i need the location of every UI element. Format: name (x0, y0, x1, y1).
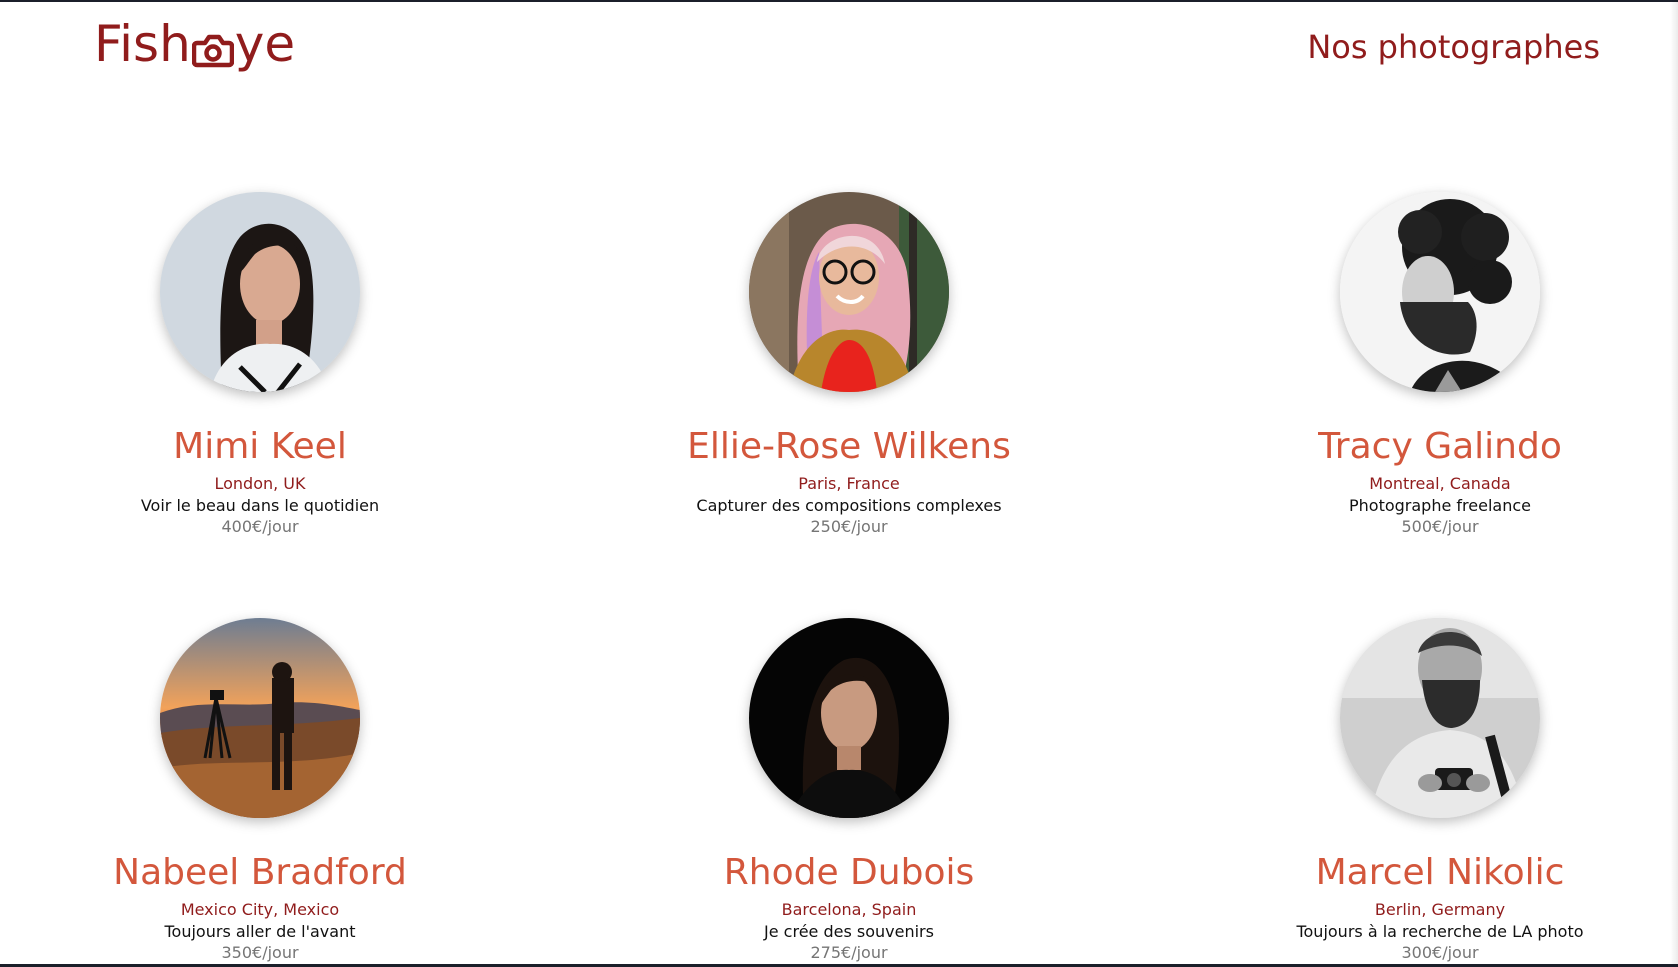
photographer-location: Montreal, Canada (1369, 474, 1511, 493)
photographer-card: Rhode Dubois Barcelona, Spain Je crée de… (589, 618, 1109, 963)
photographer-location: Paris, France (798, 474, 900, 493)
portrait-tracy-galindo (1340, 192, 1540, 392)
photographer-name: Tracy Galindo (1318, 426, 1562, 467)
photographer-name: Ellie-Rose Wilkens (687, 426, 1011, 467)
portrait-marcel-nikolic (1340, 618, 1540, 818)
photographer-card: Ellie-Rose Wilkens Paris, France Capture… (589, 192, 1109, 537)
photographer-price: 250€/jour (810, 517, 888, 536)
camera-icon (191, 21, 235, 68)
photographer-card: Nabeel Bradford Mexico City, Mexico Touj… (0, 618, 520, 963)
photographer-tagline: Je crée des souvenirs (764, 922, 934, 941)
photographer-price: 275€/jour (810, 943, 888, 962)
photographer-tagline: Toujours aller de l'avant (164, 922, 356, 941)
photographer-price: 300€/jour (1401, 943, 1479, 962)
photographer-tagline: Voir le beau dans le quotidien (140, 496, 380, 515)
photographer-tagline: Photographe freelance (1349, 496, 1531, 515)
fisheye-logo[interactable]: Fish ye (94, 12, 295, 76)
photographer-link-nabeel-bradford[interactable] (160, 618, 360, 818)
photographer-name: Marcel Nikolic (1315, 852, 1565, 893)
portrait-nabeel-bradford (160, 618, 360, 818)
photographer-link-tracy-galindo[interactable] (1340, 192, 1540, 392)
photographer-price: 400€/jour (221, 517, 299, 536)
photographer-location: Barcelona, Spain (781, 900, 917, 919)
photographer-price: 500€/jour (1401, 517, 1479, 536)
photographer-price: 350€/jour (221, 943, 299, 962)
photographer-link-rhode-dubois[interactable] (749, 618, 949, 818)
photographer-tagline: Toujours à la recherche de LA photo (1296, 922, 1584, 941)
portrait-rhode-dubois (749, 618, 949, 818)
photographer-link-mimi-keel[interactable] (160, 192, 360, 392)
page-edge-shadow (1670, 0, 1678, 967)
photographer-location: Mexico City, Mexico (180, 900, 340, 919)
photographer-name: Mimi Keel (173, 426, 347, 467)
photographer-tagline: Capturer des compositions complexes (696, 496, 1002, 515)
photographer-location: Berlin, Germany (1374, 900, 1506, 919)
photographer-name: Nabeel Bradford (113, 852, 407, 893)
page-title: Nos photographes (1307, 28, 1600, 66)
photographer-link-ellie-rose-wilkens[interactable] (749, 192, 949, 392)
portrait-ellie-rose-wilkens (749, 192, 949, 392)
photographer-location: London, UK (214, 474, 306, 493)
site-header: Fish ye Nos photographes (0, 0, 1678, 100)
photographer-card: Marcel Nikolic Berlin, Germany Toujours … (1180, 618, 1678, 963)
photographer-name: Rhode Dubois (723, 852, 975, 893)
photographer-card: Mimi Keel London, UK Voir le beau dans l… (0, 192, 520, 537)
logo-text-end: ye (234, 15, 296, 73)
photographer-link-marcel-nikolic[interactable] (1340, 618, 1540, 818)
photographer-card: Tracy Galindo Montreal, Canada Photograp… (1180, 192, 1678, 537)
portrait-mimi-keel (160, 192, 360, 392)
logo-text-start: Fish (94, 15, 191, 73)
